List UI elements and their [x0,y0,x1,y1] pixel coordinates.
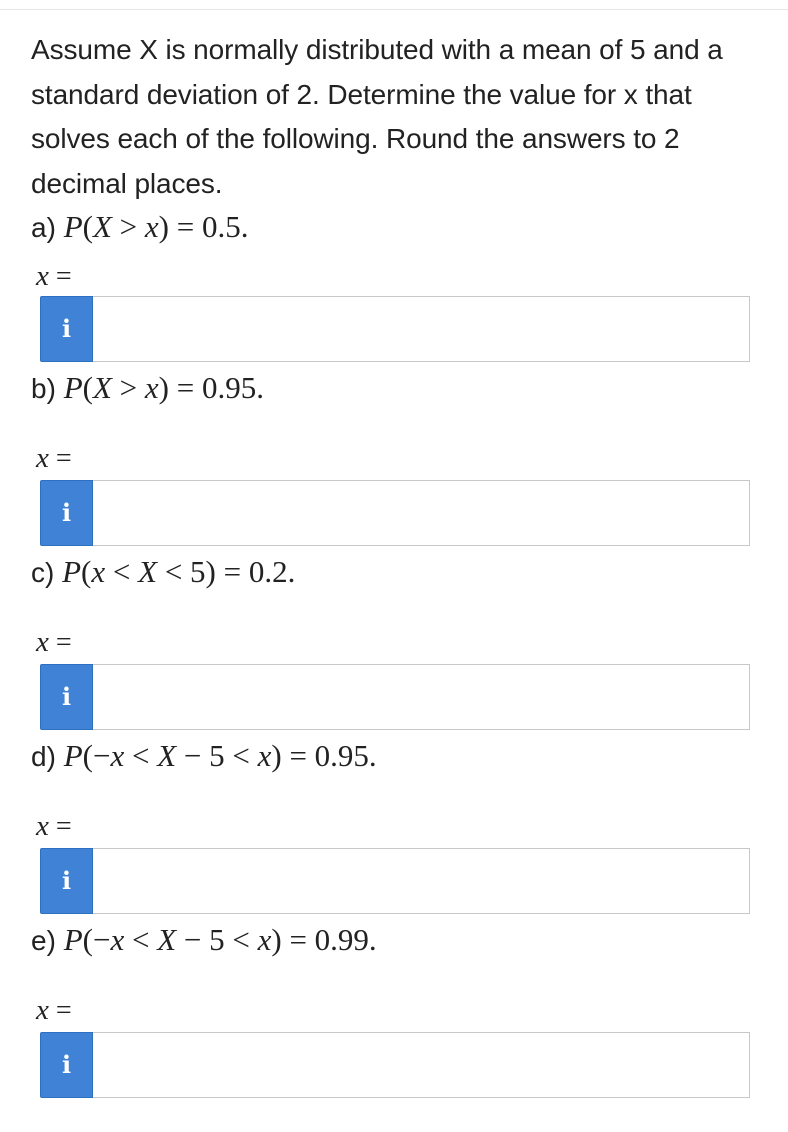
part-c-info-button[interactable]: i [40,664,93,730]
info-icon: i [61,498,72,527]
part-a-letter: a) [31,212,56,243]
part-e-label: e) P(−x < X − 5 < x) = 0.99. [31,922,377,959]
part-a-answer-input[interactable] [93,296,750,362]
info-icon: i [61,866,72,895]
question-intro: Assume X is normally distributed with a … [31,34,723,199]
part-d-label: d) P(−x < X − 5 < x) = 0.95. [31,738,377,775]
part-c-answer-row: i [40,664,750,730]
part-e-answer-label: x = [36,994,72,1026]
top-divider [0,9,788,10]
part-d-letter: d) [31,741,56,772]
part-d-answer-row: i [40,848,750,914]
part-d-answer-label: x = [36,810,72,842]
part-c-answer-input[interactable] [93,664,750,730]
part-b-expression: P(X > x) = 0.95. [63,370,264,405]
part-b-answer-label: x = [36,442,72,474]
part-e-answer-row: i [40,1032,750,1098]
part-b-answer-input[interactable] [93,480,750,546]
part-c-expression: P(x < X < 5) = 0.2. [62,554,296,589]
part-d-info-button[interactable]: i [40,848,93,914]
part-b-answer-row: i [40,480,750,546]
part-a-label: a) P(X > x) = 0.5. [31,209,248,246]
part-e-expression: P(−x < X − 5 < x) = 0.99. [63,922,377,957]
part-a-answer-row: i [40,296,750,362]
part-a-expression: P(X > x) = 0.5. [63,209,249,244]
part-a-answer-label: x = [36,260,72,292]
part-b-info-button[interactable]: i [40,480,93,546]
part-b-letter: b) [31,373,56,404]
part-d-answer-input[interactable] [93,848,750,914]
info-icon: i [61,1050,72,1079]
part-c-answer-label: x = [36,626,72,658]
part-e-answer-input[interactable] [93,1032,750,1098]
info-icon: i [61,314,72,343]
part-c-letter: c) [31,557,55,588]
part-e-info-button[interactable]: i [40,1032,93,1098]
part-d-expression: P(−x < X − 5 < x) = 0.95. [63,738,377,773]
part-c-label: c) P(x < X < 5) = 0.2. [31,554,295,591]
part-a-info-button[interactable]: i [40,296,93,362]
info-icon: i [61,682,72,711]
part-e-letter: e) [31,925,56,956]
part-b-label: b) P(X > x) = 0.95. [31,370,264,407]
